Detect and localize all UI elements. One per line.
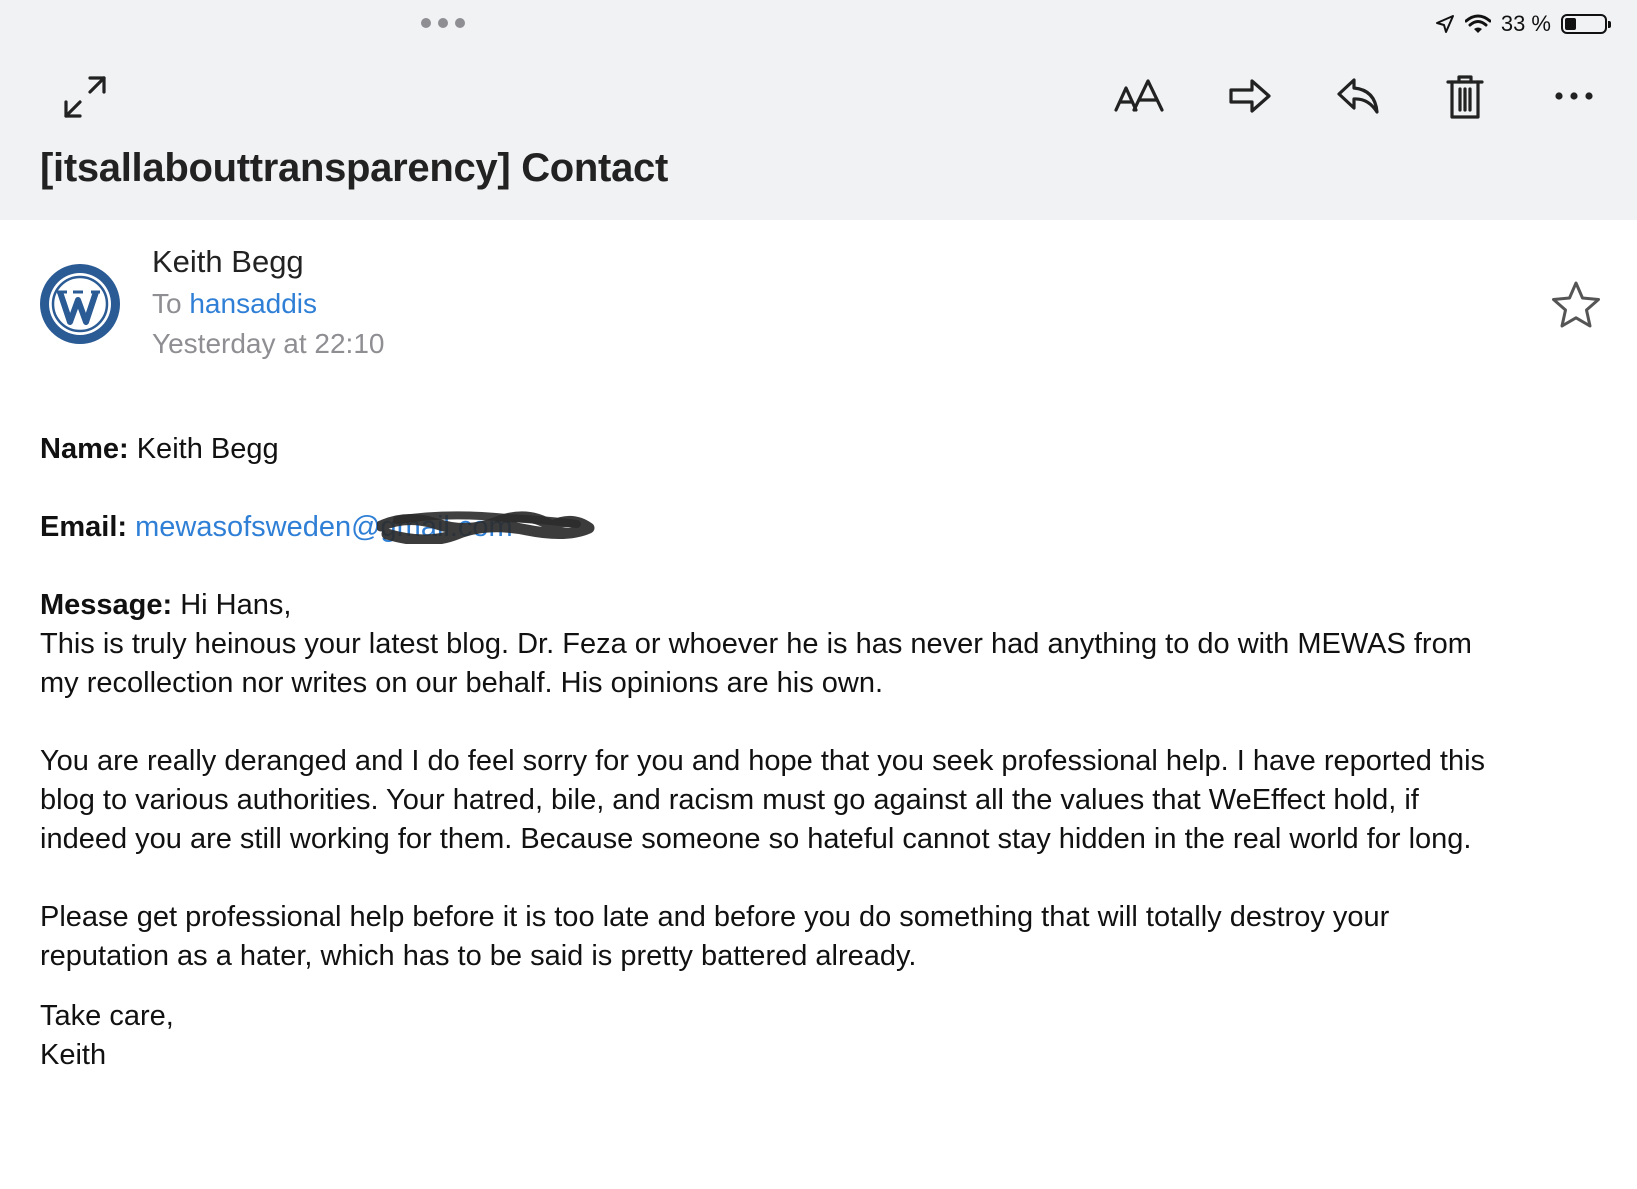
email-domain: gmail.com	[380, 511, 513, 543]
more-button[interactable]	[1546, 72, 1602, 120]
reply-icon	[1337, 78, 1379, 114]
name-label: Name:	[40, 433, 129, 465]
message-greeting-line: Message: Hi Hans,	[40, 586, 1610, 625]
signoff: Take care,	[40, 1000, 174, 1032]
paragraph-2-line-1: You are really deranged and I do feel so…	[40, 745, 1486, 777]
paragraph-3-line-1: Please get professional help before it i…	[40, 901, 1390, 933]
email-subject: [itsallabouttransparency] Contact	[40, 146, 668, 190]
greeting: Hi Hans,	[180, 589, 292, 621]
sender-name[interactable]: Keith Begg	[152, 244, 304, 280]
paragraph-2-line-2: blog to various authorities. Your hatred…	[40, 784, 1419, 816]
email-label: Email:	[40, 511, 128, 543]
email-redacted-part: gmail.com	[376, 508, 595, 547]
paragraph-1-line-2: my recollection nor writes on our behalf…	[40, 667, 884, 699]
status-bar: 33 %	[1435, 10, 1611, 38]
reply-button[interactable]	[1330, 72, 1386, 120]
star-icon	[1552, 281, 1600, 328]
battery-icon	[1561, 14, 1611, 34]
delete-button[interactable]	[1440, 70, 1490, 124]
recipient-line: To hansaddis	[152, 288, 317, 320]
signature: Keith	[40, 1039, 107, 1071]
wordpress-logo-icon	[40, 264, 120, 344]
expand-icon	[64, 76, 106, 118]
wifi-icon	[1464, 14, 1491, 33]
email-link[interactable]: mewasofsweden@gmail.com	[135, 511, 595, 544]
text-size-button[interactable]	[1110, 72, 1170, 120]
recipient-link[interactable]: hansaddis	[189, 288, 317, 319]
text-size-icon	[1114, 79, 1164, 112]
paragraph-2-line-3: indeed you are still working for them. B…	[40, 823, 1472, 855]
sender-avatar[interactable]	[40, 264, 120, 344]
location-arrow-icon	[1435, 15, 1454, 33]
paragraph-3-line-2: reputation as a hater, which has to be s…	[40, 940, 917, 972]
paragraph-1-line-1: This is truly heinous your latest blog. …	[40, 628, 1472, 660]
name-line: Name: Keith Begg	[40, 430, 1610, 469]
forward-button[interactable]	[1222, 72, 1278, 120]
email-timestamp: Yesterday at 22:10	[152, 328, 385, 359]
trash-icon	[1446, 75, 1484, 119]
name-value: Keith Begg	[136, 433, 279, 465]
star-button[interactable]	[1550, 280, 1602, 330]
more-icon	[1555, 92, 1593, 100]
forward-icon	[1229, 79, 1271, 113]
toolbar-area: 33 % [itsallabouttransparency] Contact	[0, 0, 1637, 220]
email-line: Email: mewasofsweden@gmail.com	[40, 508, 1610, 547]
email-visible-part: mewasofsweden@	[135, 511, 381, 543]
to-label: To	[152, 288, 182, 319]
message-body: Name: Keith Begg Email: mewasofsweden@gm…	[40, 430, 1610, 1075]
multitasking-handle[interactable]	[421, 18, 471, 28]
battery-percentage: 33 %	[1500, 11, 1551, 36]
expand-button[interactable]	[58, 70, 112, 124]
message-label: Message:	[40, 589, 173, 621]
